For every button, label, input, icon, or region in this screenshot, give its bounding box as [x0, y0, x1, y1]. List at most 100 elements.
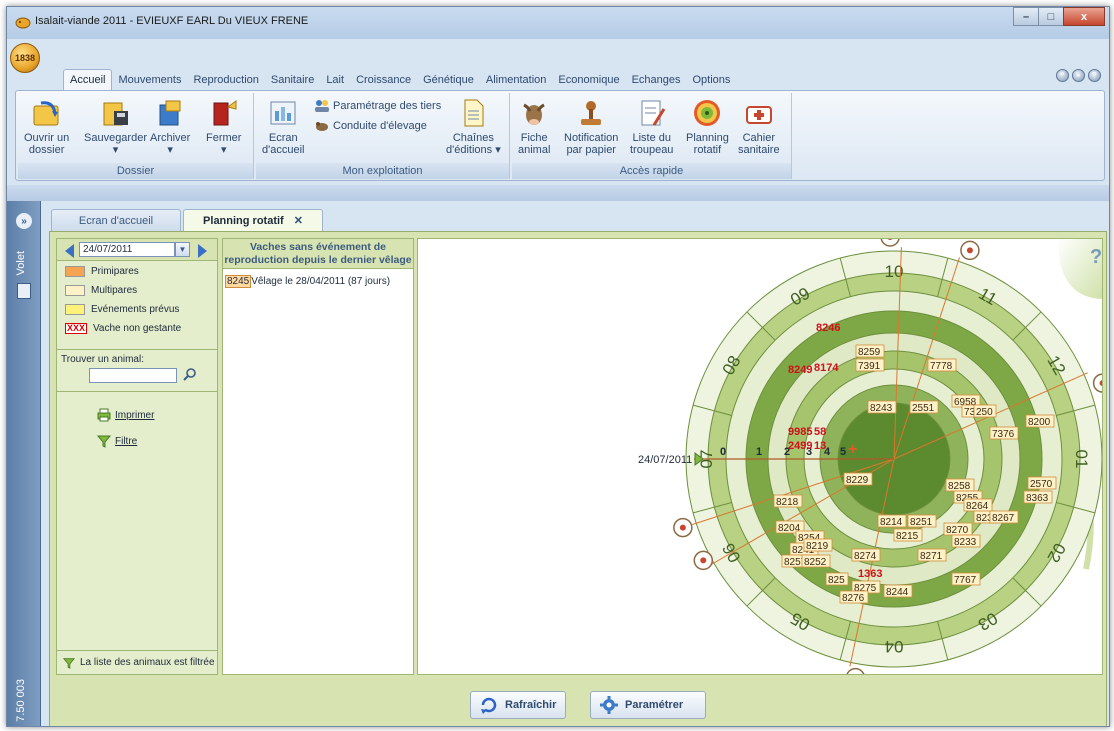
- cow-label: 8363: [1026, 493, 1049, 504]
- rafraichir-button[interactable]: Rafraîchir: [470, 691, 566, 719]
- app-orb-button[interactable]: 1838: [10, 43, 40, 73]
- archive-icon: [159, 100, 181, 126]
- title-bar: Isalait-viande 2011 - EVIEUXF EARL Du VI…: [7, 7, 1109, 39]
- cow-label: 2570: [1030, 479, 1053, 490]
- cow-label: 7778: [930, 361, 953, 372]
- notification-label: Notification: [564, 132, 619, 144]
- legend-row: Multipares: [57, 281, 217, 300]
- liste-troupeau-button[interactable]: Liste du troupeau: [630, 97, 673, 156]
- event-marker-icon: [880, 239, 900, 247]
- conduite-elevage-button[interactable]: Conduite d'élevage: [314, 119, 427, 133]
- notification-papier-button[interactable]: Notification par papier: [564, 97, 618, 156]
- date-field[interactable]: 24/07/2011: [79, 242, 175, 257]
- ribbon-collapse-icon[interactable]: ^: [1056, 69, 1069, 82]
- fiche-label: Fiche: [520, 132, 548, 144]
- ribbon-tab-genetique[interactable]: Génétique: [417, 70, 480, 91]
- cow-label: 8271: [920, 551, 943, 562]
- ribbon-tab-reproduction[interactable]: Reproduction: [187, 70, 264, 91]
- ribbon: Ouvrir un dossier Sauvegarder ▾ Archiver…: [15, 90, 1105, 181]
- pin-icon[interactable]: [17, 283, 31, 299]
- ribbon-tab-sanitaire[interactable]: Sanitaire: [265, 70, 320, 91]
- find-animal-input[interactable]: [89, 368, 177, 383]
- search-icon[interactable]: [183, 367, 197, 381]
- fiche-animal-button[interactable]: Fiche animal: [518, 97, 550, 156]
- legend-swatch-evenements: [65, 304, 85, 315]
- liste-label-2: troupeau: [630, 144, 674, 156]
- legend-row: Evénements prévus: [57, 300, 217, 319]
- archiver-label: Archiver: [150, 132, 191, 144]
- filter-status-label: La liste des animaux est filtrée: [80, 657, 215, 668]
- cow-label: 250: [976, 407, 993, 418]
- previous-date-icon[interactable]: [65, 244, 74, 258]
- fiche-label-2: animal: [518, 144, 551, 156]
- cow-label: 8214: [880, 517, 903, 528]
- filtre-link[interactable]: Filtre: [97, 428, 217, 454]
- ribbon-tab-mouvements[interactable]: Mouvements: [112, 70, 187, 91]
- ribbon-tab-options[interactable]: Options: [687, 70, 737, 91]
- stamp-icon: [581, 101, 602, 125]
- maximize-button[interactable]: □: [1038, 7, 1064, 26]
- ouvrir-dossier-button[interactable]: Ouvrir un dossier: [24, 97, 69, 156]
- tab-planning-rotatif-label: Planning rotatif: [203, 214, 284, 227]
- month-label: 01: [1072, 450, 1091, 469]
- cow-label: 7767: [954, 575, 977, 586]
- event-marker-dot: [966, 247, 973, 254]
- archiver-button[interactable]: Archiver ▾: [150, 97, 190, 156]
- parametrer-button[interactable]: Paramétrer: [590, 691, 706, 719]
- fermer-button[interactable]: Fermer ▾: [206, 97, 241, 156]
- cow-label: 7376: [992, 429, 1015, 440]
- help-icon[interactable]: ?: [1088, 69, 1101, 82]
- next-date-icon[interactable]: [198, 244, 207, 258]
- cow-label: 8218: [776, 497, 799, 508]
- expand-volet-icon[interactable]: »: [16, 213, 32, 229]
- tab-ecran-accueil[interactable]: Ecran d'accueil: [51, 209, 181, 231]
- legend: Primipares Multipares Evénements prévus …: [57, 262, 217, 338]
- cow-label-non-gestante: 58: [814, 426, 826, 438]
- ribbon-window-icon[interactable]: ▪: [1072, 69, 1085, 82]
- ecran-accueil-button[interactable]: Ecran d'accueil: [262, 97, 304, 156]
- ribbon-group-label-exploitation: Mon exploitation: [256, 163, 509, 179]
- medical-kit-icon: [745, 106, 772, 124]
- filtre-label: Filtre: [115, 435, 138, 447]
- cow-head-icon: [523, 103, 545, 125]
- volet-label[interactable]: Volet: [15, 251, 27, 275]
- help-icon[interactable]: ?: [1090, 246, 1102, 268]
- archiver-dropdown-icon: ▾: [167, 144, 173, 156]
- legend-swatch-multipares: [65, 285, 85, 296]
- filter-icon: [97, 435, 111, 448]
- cow-label: 8200: [1028, 417, 1051, 428]
- minimize-button[interactable]: –: [1013, 7, 1039, 26]
- chaines-editions-button[interactable]: Chaînes d'éditions ▾: [446, 97, 501, 156]
- rotary-planning-chart: ? 101112010203040506070809 012345 824682…: [417, 238, 1103, 675]
- legend-swatch-primipares: [65, 266, 85, 277]
- ribbon-tab-croissance[interactable]: Croissance: [350, 70, 417, 91]
- ribbon-group-dossier: Ouvrir un dossier Sauvegarder ▾ Archiver…: [18, 93, 254, 179]
- cahier-label-2: sanitaire: [738, 144, 780, 156]
- cahier-sanitaire-button[interactable]: Cahier sanitaire: [738, 97, 780, 156]
- version-label: 7.50 003: [15, 679, 27, 722]
- liste-label: Liste du: [632, 132, 671, 144]
- cow-label-non-gestante: 1363: [858, 568, 882, 580]
- ring-number: 1: [756, 446, 762, 458]
- planning-rotatif-button[interactable]: Planning rotatif: [686, 97, 729, 156]
- imprimer-link[interactable]: Imprimer: [97, 402, 217, 428]
- ribbon-tab-economique[interactable]: Economique: [552, 70, 625, 91]
- ribbon-tab-accueil[interactable]: Accueil: [63, 69, 113, 91]
- fermer-dropdown-icon: ▾: [220, 144, 227, 156]
- ribbon-tab-alimentation[interactable]: Alimentation: [480, 70, 553, 91]
- cow-label: 8229: [846, 475, 869, 486]
- list-item[interactable]: 8245 Vêlage le 28/04/2011 (87 jours): [223, 269, 413, 288]
- close-tab-icon[interactable]: ✕: [294, 214, 303, 227]
- sauvegarder-button[interactable]: Sauvegarder ▾: [84, 97, 147, 156]
- parametrage-tiers-button[interactable]: Paramétrage des tiers: [314, 99, 441, 113]
- close-button[interactable]: x: [1063, 7, 1105, 26]
- notification-label-2: par papier: [566, 144, 616, 156]
- date-dropdown-icon[interactable]: ▼: [175, 242, 190, 257]
- refresh-icon: [481, 697, 497, 714]
- cow-label-non-gestante: 13: [814, 440, 826, 452]
- ribbon-tab-lait[interactable]: Lait: [320, 70, 350, 91]
- tab-planning-rotatif[interactable]: Planning rotatif ✕: [183, 209, 323, 231]
- cow-label: 8219: [806, 541, 829, 552]
- animal-id: 8245: [225, 275, 252, 288]
- ribbon-tab-echanges[interactable]: Echanges: [626, 70, 687, 91]
